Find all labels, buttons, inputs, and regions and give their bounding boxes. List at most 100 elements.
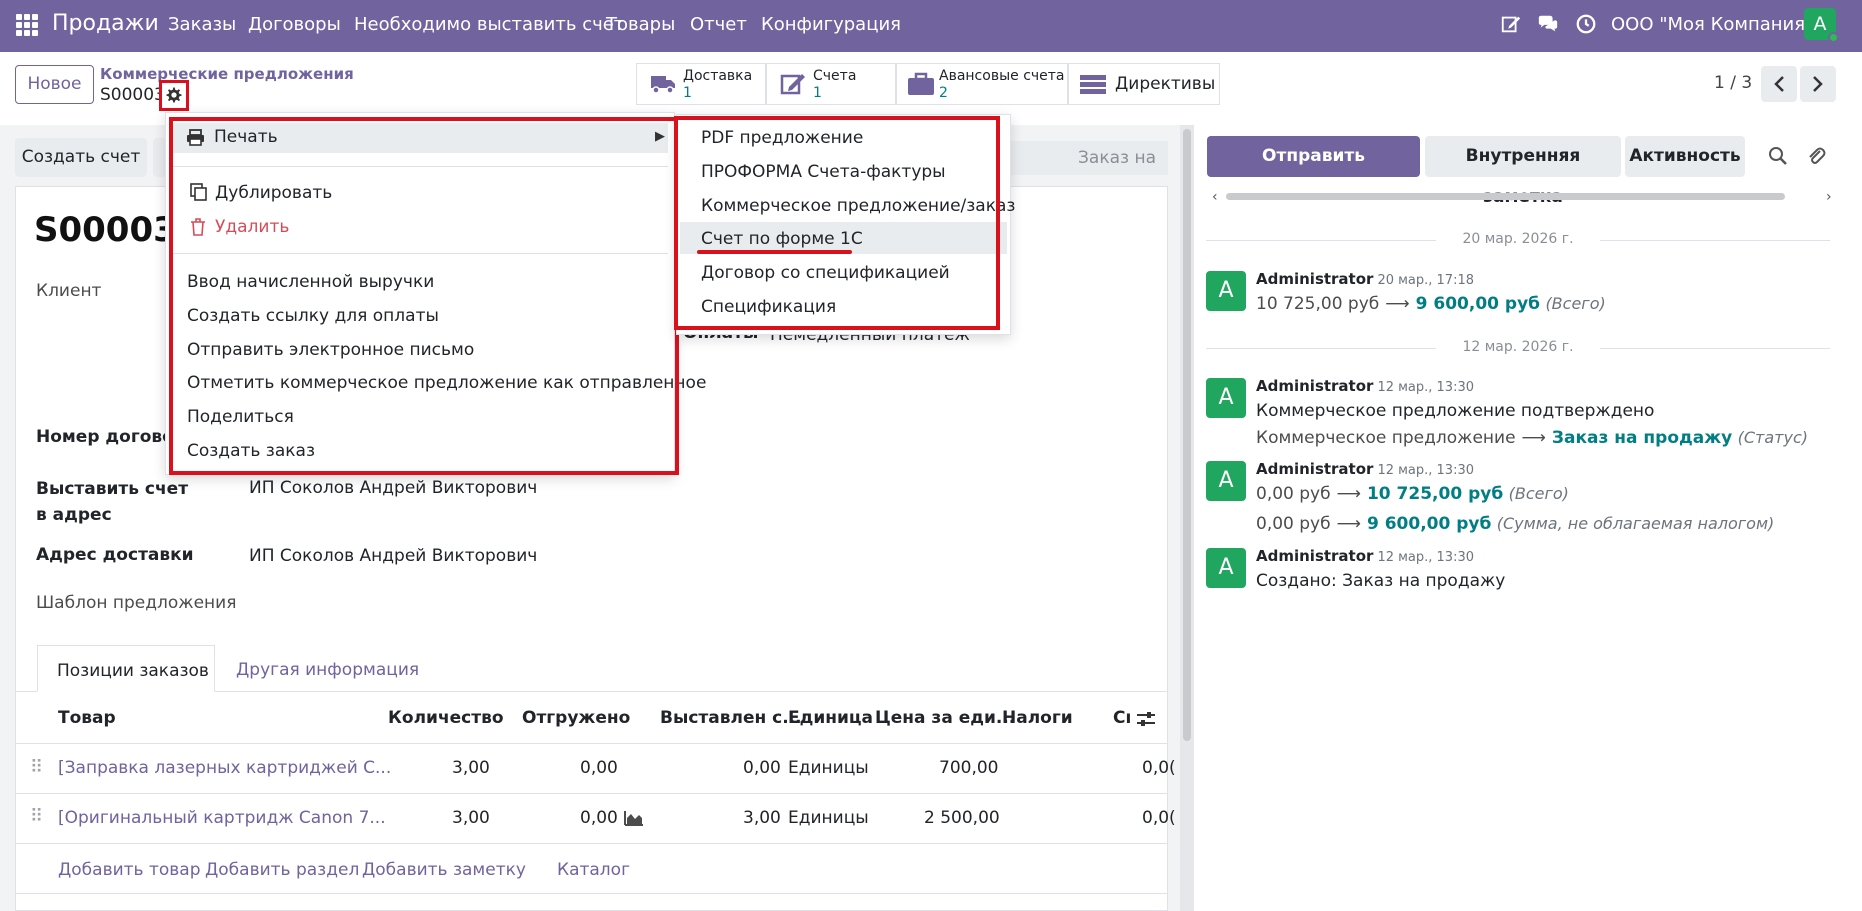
- print-submenu-highlight: [674, 116, 1000, 330]
- scroll-right-icon[interactable]: ›: [1826, 189, 1832, 205]
- stage-sales-order[interactable]: Заказ на продажу: [1000, 141, 1168, 202]
- log-note-button[interactable]: Внутренняя заметка: [1425, 136, 1621, 207]
- line-price[interactable]: 2 500,00: [924, 808, 1000, 828]
- row-divider: [15, 893, 1168, 894]
- smart-button-count: 2: [939, 85, 948, 101]
- col-quantity[interactable]: Количество: [388, 708, 504, 728]
- new-button[interactable]: Новое: [15, 65, 94, 104]
- smart-button-label: Счета: [813, 68, 857, 84]
- col-taxes[interactable]: Налоги: [1002, 708, 1073, 728]
- truck-icon: [651, 76, 675, 94]
- line-price[interactable]: 700,00: [939, 758, 998, 778]
- gear-icon[interactable]: [165, 86, 183, 104]
- pager-next-button[interactable]: [1800, 66, 1836, 102]
- message-avatar[interactable]: A: [1206, 271, 1246, 311]
- form-scrollbar[interactable]: [1180, 125, 1194, 911]
- message-avatar[interactable]: A: [1206, 548, 1246, 588]
- activity-button[interactable]: Активность: [1625, 136, 1745, 177]
- add-product-link[interactable]: Добавить товар: [58, 860, 201, 880]
- smart-button-label: Авансовые счета: [939, 68, 1065, 84]
- app-menu-icon[interactable]: [16, 14, 38, 36]
- message-author[interactable]: Administrator 20 мар., 17:18: [1256, 270, 1474, 288]
- action-gear-highlight[interactable]: [159, 80, 189, 111]
- menu-products[interactable]: Товары: [606, 14, 675, 35]
- smart-button-count: 1: [683, 85, 692, 101]
- line-invoiced: 3,00: [743, 808, 781, 828]
- paperclip-icon[interactable]: [1806, 145, 1826, 167]
- drag-handle-icon[interactable]: ⠿: [30, 806, 43, 827]
- app-brand[interactable]: Продажи: [52, 11, 159, 36]
- quotation-template-label: Шаблон предложения: [36, 593, 237, 613]
- clock-icon[interactable]: [1575, 13, 1597, 35]
- user-avatar-letter: A: [1813, 13, 1827, 35]
- pager-value[interactable]: 1 / 3: [1714, 73, 1752, 93]
- catalog-link[interactable]: Каталог: [557, 860, 630, 880]
- line-qty[interactable]: 3,00: [452, 758, 490, 778]
- smart-button-directives[interactable]: Директивы: [1068, 63, 1220, 105]
- line-unit[interactable]: Единицы: [788, 758, 869, 778]
- tab-other-info[interactable]: Другая информация: [236, 660, 419, 680]
- message-date: 12 мар., 13:30: [1377, 463, 1474, 478]
- company-switcher[interactable]: ООО "Моя Компания": [1611, 14, 1813, 35]
- menu-contracts[interactable]: Договоры: [248, 14, 341, 35]
- col-invoiced[interactable]: Выставлен с...: [660, 708, 802, 728]
- col-unit[interactable]: Единица: [788, 708, 873, 728]
- breadcrumb[interactable]: Коммерческие предложения: [100, 65, 354, 83]
- message-author[interactable]: Administrator 12 мар., 13:30: [1256, 377, 1474, 395]
- message-date: 12 мар., 13:30: [1377, 380, 1474, 395]
- row-divider: [15, 793, 1168, 794]
- message-avatar[interactable]: A: [1206, 461, 1246, 501]
- message-body: Коммерческое предложение подтверждено: [1256, 401, 1655, 421]
- menu-orders[interactable]: Заказы: [168, 14, 236, 35]
- scroll-left-icon[interactable]: ‹: [1212, 189, 1218, 205]
- pencil-square-icon: [780, 74, 805, 95]
- line-product[interactable]: [Заправка лазерных картриджей С...: [58, 758, 391, 778]
- message-author[interactable]: Administrator 12 мар., 13:30: [1256, 547, 1474, 565]
- drag-handle-icon[interactable]: ⠿: [30, 757, 43, 778]
- line-delivered: 0,00: [580, 808, 618, 828]
- line-qty[interactable]: 3,00: [452, 808, 490, 828]
- delivery-address-label: Адрес доставки: [36, 545, 194, 565]
- line-unit[interactable]: Единицы: [788, 808, 869, 828]
- line-product[interactable]: [Оригинальный картридж Canon 7...: [58, 808, 386, 828]
- record-name: S00003: [100, 85, 165, 105]
- menu-configuration[interactable]: Конфигурация: [761, 14, 901, 35]
- menu-to-invoice[interactable]: Необходимо выставить счет: [354, 14, 624, 35]
- invoice-address-field[interactable]: ИП Соколов Андрей Викторович: [249, 478, 537, 498]
- tracking-value: 0,00 руб ⟶ 9 600,00 руб (Сумма, не облагае…: [1256, 514, 1775, 534]
- col-unit-price[interactable]: Цена за еди...: [875, 708, 1015, 728]
- chevron-left-icon: [1774, 76, 1784, 92]
- col-subtotal[interactable]: Сı: [1113, 708, 1131, 728]
- forecast-chart-icon[interactable]: [624, 810, 644, 826]
- message-avatar[interactable]: A: [1206, 378, 1246, 418]
- smart-button-delivery[interactable]: Доставка 1: [636, 63, 766, 105]
- user-avatar[interactable]: A: [1804, 8, 1839, 43]
- chatter-horizontal-scrollbar[interactable]: [1226, 193, 1785, 200]
- message-author[interactable]: Administrator 12 мар., 13:30: [1256, 460, 1474, 478]
- send-message-button[interactable]: Отправить сообщение: [1207, 136, 1420, 207]
- delivery-address-field[interactable]: ИП Соколов Андрей Викторович: [249, 546, 537, 566]
- tab-order-lines-label: Позиции заказов: [57, 661, 209, 681]
- line-delivered: 0,00: [580, 758, 618, 778]
- edit-icon[interactable]: [1500, 13, 1522, 35]
- menu-reporting[interactable]: Отчет: [690, 14, 747, 35]
- search-icon[interactable]: [1768, 146, 1788, 166]
- chat-icon[interactable]: [1537, 13, 1559, 35]
- col-product[interactable]: Товар: [58, 708, 116, 728]
- invoice-address-label: Выставить счет в адрес: [36, 479, 189, 525]
- create-invoice-button[interactable]: Создать счет: [15, 138, 147, 177]
- date-separator: 12 мар. 2026 г.: [1206, 339, 1830, 355]
- tab-order-lines[interactable]: Позиции заказов: [37, 645, 215, 692]
- add-section-link[interactable]: Добавить раздел: [205, 860, 359, 880]
- row-divider: [15, 843, 1168, 844]
- pager-previous-button[interactable]: [1761, 66, 1797, 102]
- optional-columns-icon[interactable]: [1136, 710, 1156, 728]
- date-separator: 20 мар. 2026 г.: [1206, 231, 1830, 247]
- smart-button-invoices[interactable]: Счета 1: [766, 63, 896, 105]
- smart-button-down-payments[interactable]: Авансовые счета 2: [896, 63, 1068, 105]
- message-body: Создано: Заказ на продажу: [1256, 571, 1506, 591]
- add-note-link[interactable]: Добавить заметку: [362, 860, 526, 880]
- col-delivered[interactable]: Отгружено: [522, 708, 630, 728]
- author-name: Administrator: [1256, 547, 1374, 565]
- smart-button-label: Доставка: [683, 68, 753, 84]
